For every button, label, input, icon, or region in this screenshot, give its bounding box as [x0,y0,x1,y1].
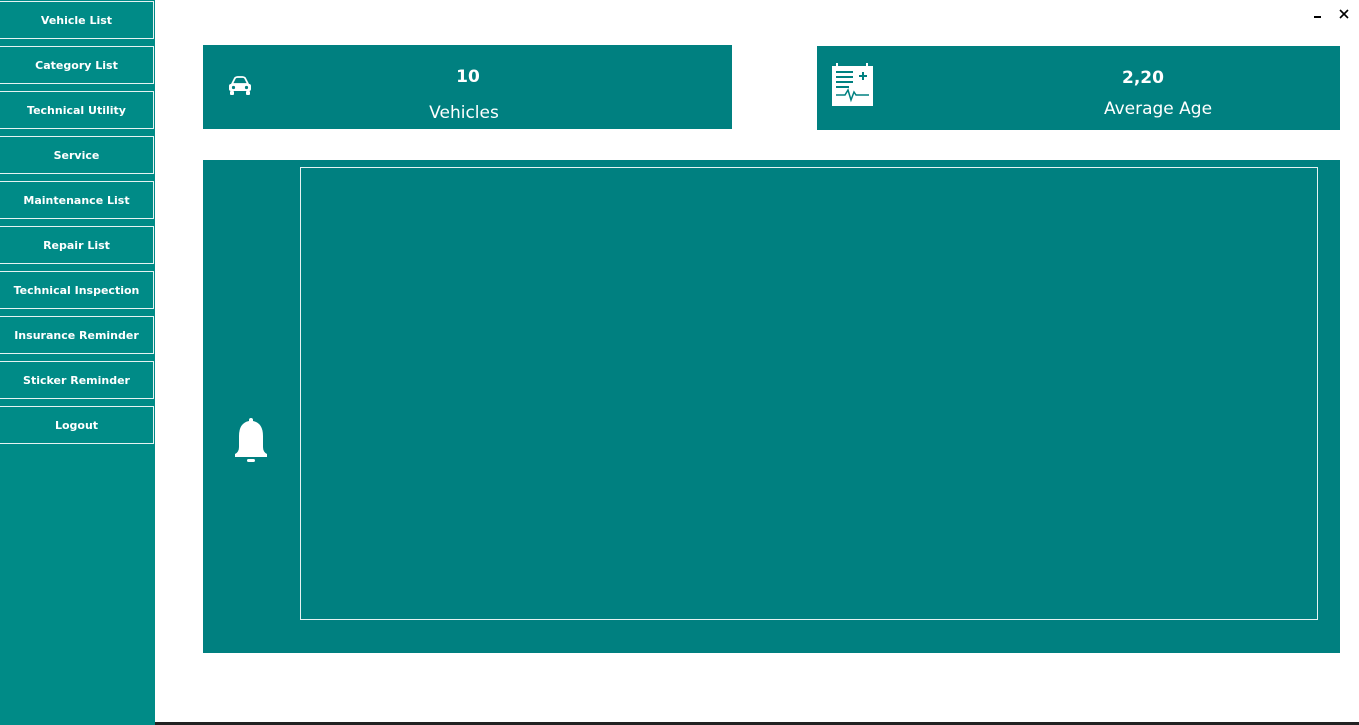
sidebar: Vehicle List Category List Technical Uti… [0,0,155,725]
vehicles-card: 10 Vehicles [203,45,732,129]
car-icon [229,76,251,95]
service-button[interactable]: Service [0,136,154,174]
sticker-reminder-button[interactable]: Sticker Reminder [0,361,154,399]
vehicles-label: Vehicles [429,103,499,123]
average-age-label: Average Age [1103,99,1213,119]
minimize-icon [1314,16,1321,18]
close-icon [1339,9,1349,19]
notifications-panel [203,160,1340,653]
vehicles-count: 10 [456,67,480,87]
technical-utility-button[interactable]: Technical Utility [0,91,154,129]
average-age-card: 2,20 Average Age [817,46,1340,130]
bell-icon [235,418,267,462]
technical-inspection-button[interactable]: Technical Inspection [0,271,154,309]
notifications-list[interactable] [300,167,1318,620]
repair-list-button[interactable]: Repair List [0,226,154,264]
close-button[interactable] [1338,5,1350,28]
vehicle-list-button[interactable]: Vehicle List [0,1,154,39]
maintenance-list-button[interactable]: Maintenance List [0,181,154,219]
insurance-reminder-button[interactable]: Insurance Reminder [0,316,154,354]
average-age-value: 2,20 [1122,68,1164,88]
category-list-button[interactable]: Category List [0,46,154,84]
minimize-button[interactable] [1313,5,1323,28]
medical-report-icon [832,63,873,106]
logout-button[interactable]: Logout [0,406,154,444]
